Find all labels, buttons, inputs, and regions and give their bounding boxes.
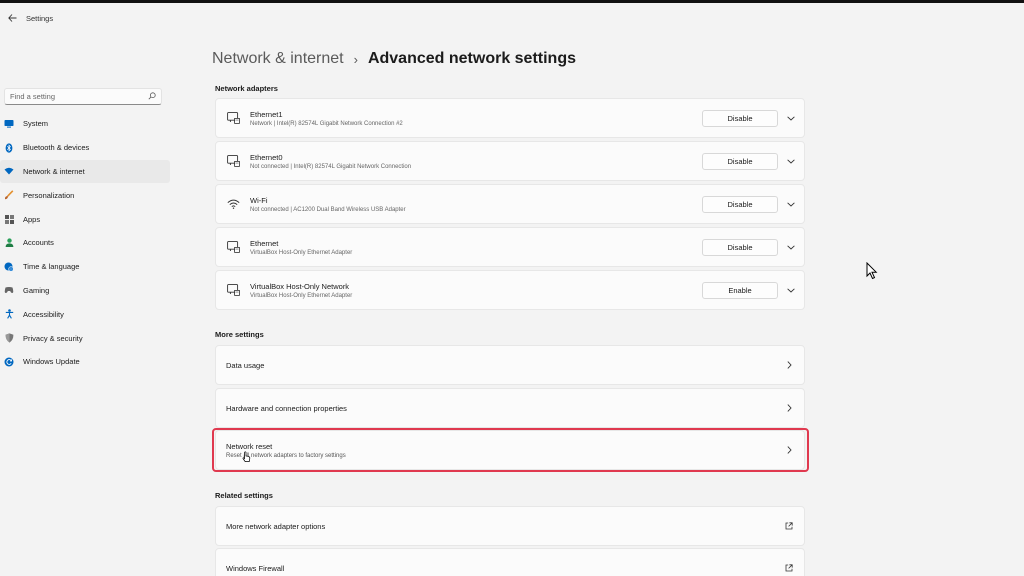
adapter-name: Ethernet0	[250, 152, 283, 162]
sidebar-item-label: Gaming	[23, 285, 50, 295]
link-description: Reset all network adapters to factory se…	[226, 452, 346, 459]
breadcrumb: Network & internet › Advanced network se…	[212, 50, 576, 68]
person-icon	[4, 238, 14, 248]
sidebar-item-accessibility[interactable]: Accessibility	[0, 302, 170, 326]
apps-icon	[4, 214, 14, 224]
sidebar-item-gaming[interactable]: Gaming	[0, 279, 170, 303]
sidebar-item-label: Accounts	[23, 238, 54, 248]
wifi-diamond-icon	[4, 166, 14, 176]
chevron-right-icon	[774, 446, 804, 454]
disable-button[interactable]: Disable	[702, 109, 778, 127]
update-icon	[4, 357, 14, 367]
link-title: Network reset	[226, 441, 273, 451]
search-icon[interactable]	[148, 91, 156, 102]
sidebar-item-label: Personalization	[23, 190, 75, 200]
adapter-name: Wi-Fi	[250, 195, 268, 205]
chevron-down-icon[interactable]	[778, 287, 804, 293]
ethernet-icon	[226, 283, 240, 297]
windows-firewall-link[interactable]: Windows Firewall	[215, 548, 805, 576]
ethernet-icon	[226, 111, 240, 125]
sidebar-item-label: Bluetooth & devices	[23, 143, 90, 153]
globe-clock-icon	[4, 262, 14, 272]
adapter-description: Not connected | Intel(R) 82574L Gigabit …	[250, 163, 412, 170]
sidebar-item-network[interactable]: Network & internet	[0, 159, 170, 184]
adapter-description: VirtualBox Host-Only Ethernet Adapter	[250, 292, 353, 299]
more-adapter-options-link[interactable]: More network adapter options	[215, 506, 805, 546]
section-title-more-settings: More settings	[215, 330, 264, 339]
adapter-card-ethernet1[interactable]: Ethernet1 Network | Intel(R) 82574L Giga…	[215, 98, 805, 138]
sidebar-item-label: Apps	[23, 214, 41, 224]
sidebar-item-label: Accessibility	[23, 309, 64, 319]
page-title: Advanced network settings	[367, 50, 576, 67]
chevron-right-icon	[774, 361, 804, 369]
shield-icon	[4, 333, 14, 343]
disable-button[interactable]: Disable	[702, 195, 778, 213]
ethernet-icon	[226, 240, 240, 254]
sidebar-item-label: Privacy & security	[23, 333, 83, 343]
sidebar-item-label: Network & internet	[23, 166, 85, 176]
adapter-card-virtualbox[interactable]: VirtualBox Host-Only Network VirtualBox …	[215, 270, 805, 310]
hardware-properties-link[interactable]: Hardware and connection properties	[215, 388, 805, 428]
gamepad-icon	[4, 285, 14, 295]
sidebar-item-personalization[interactable]: Personalization	[0, 183, 170, 207]
section-title-network-adapters: Network adapters	[215, 84, 278, 93]
ethernet-icon	[226, 154, 240, 168]
link-title: Data usage	[226, 360, 265, 370]
mouse-pointer-icon	[866, 261, 878, 285]
link-title: More network adapter options	[226, 521, 326, 531]
adapter-description: Not connected | AC1200 Dual Band Wireles…	[250, 206, 406, 213]
monitor-icon	[4, 119, 14, 129]
sidebar-item-privacy[interactable]: Privacy & security	[0, 326, 170, 350]
search-input[interactable]	[10, 92, 148, 101]
disable-button[interactable]: Disable	[702, 152, 778, 170]
sidebar-item-accounts[interactable]: Accounts	[0, 231, 170, 255]
adapter-description: Network | Intel(R) 82574L Gigabit Networ…	[250, 120, 403, 127]
wifi-icon	[226, 197, 240, 211]
adapter-name: VirtualBox Host-Only Network	[250, 281, 350, 291]
sidebar-item-label: Time & language	[23, 262, 80, 272]
accessibility-icon	[4, 309, 14, 319]
data-usage-link[interactable]: Data usage	[215, 345, 805, 385]
chevron-right-icon	[774, 404, 804, 412]
section-title-related-settings: Related settings	[215, 491, 273, 500]
adapter-card-ethernet0[interactable]: Ethernet0 Not connected | Intel(R) 82574…	[215, 141, 805, 181]
sidebar-nav: System Bluetooth & devices Network & int…	[0, 112, 170, 374]
bluetooth-icon	[4, 143, 14, 153]
adapter-card-wifi[interactable]: Wi-Fi Not connected | AC1200 Dual Band W…	[215, 184, 805, 224]
network-reset-link[interactable]: Network reset Reset all network adapters…	[215, 430, 805, 470]
link-title: Hardware and connection properties	[226, 403, 347, 413]
sidebar-item-time-language[interactable]: Time & language	[0, 255, 170, 279]
sidebar-item-system[interactable]: System	[0, 112, 170, 136]
title-bar: Settings	[0, 3, 1024, 33]
sidebar-item-windows-update[interactable]: Windows Update	[0, 350, 170, 374]
sidebar-item-bluetooth[interactable]: Bluetooth & devices	[0, 136, 170, 160]
sidebar-item-label: System	[23, 119, 49, 129]
sidebar-item-apps[interactable]: Apps	[0, 207, 170, 231]
adapter-description: VirtualBox Host-Only Ethernet Adapter	[250, 249, 353, 256]
brush-icon	[4, 190, 14, 200]
sidebar-item-label: Windows Update	[23, 357, 80, 367]
adapter-name: Ethernet1	[250, 109, 283, 119]
hand-pointer-icon	[242, 450, 251, 468]
adapter-card-ethernet[interactable]: Ethernet VirtualBox Host-Only Ethernet A…	[215, 227, 805, 267]
breadcrumb-parent[interactable]: Network & internet	[212, 50, 344, 68]
search-box[interactable]	[4, 88, 162, 105]
chevron-down-icon[interactable]	[778, 201, 804, 207]
enable-button[interactable]: Enable	[702, 281, 778, 299]
app-title: Settings	[26, 13, 54, 23]
external-link-icon	[774, 522, 804, 530]
link-title: Windows Firewall	[226, 563, 285, 573]
chevron-down-icon[interactable]	[778, 244, 804, 250]
breadcrumb-separator: ›	[353, 51, 358, 67]
chevron-down-icon[interactable]	[778, 158, 804, 164]
disable-button[interactable]: Disable	[702, 238, 778, 256]
back-arrow-icon[interactable]	[4, 10, 20, 26]
chevron-down-icon[interactable]	[778, 115, 804, 121]
adapter-name: Ethernet	[250, 238, 279, 248]
external-link-icon	[774, 564, 804, 572]
